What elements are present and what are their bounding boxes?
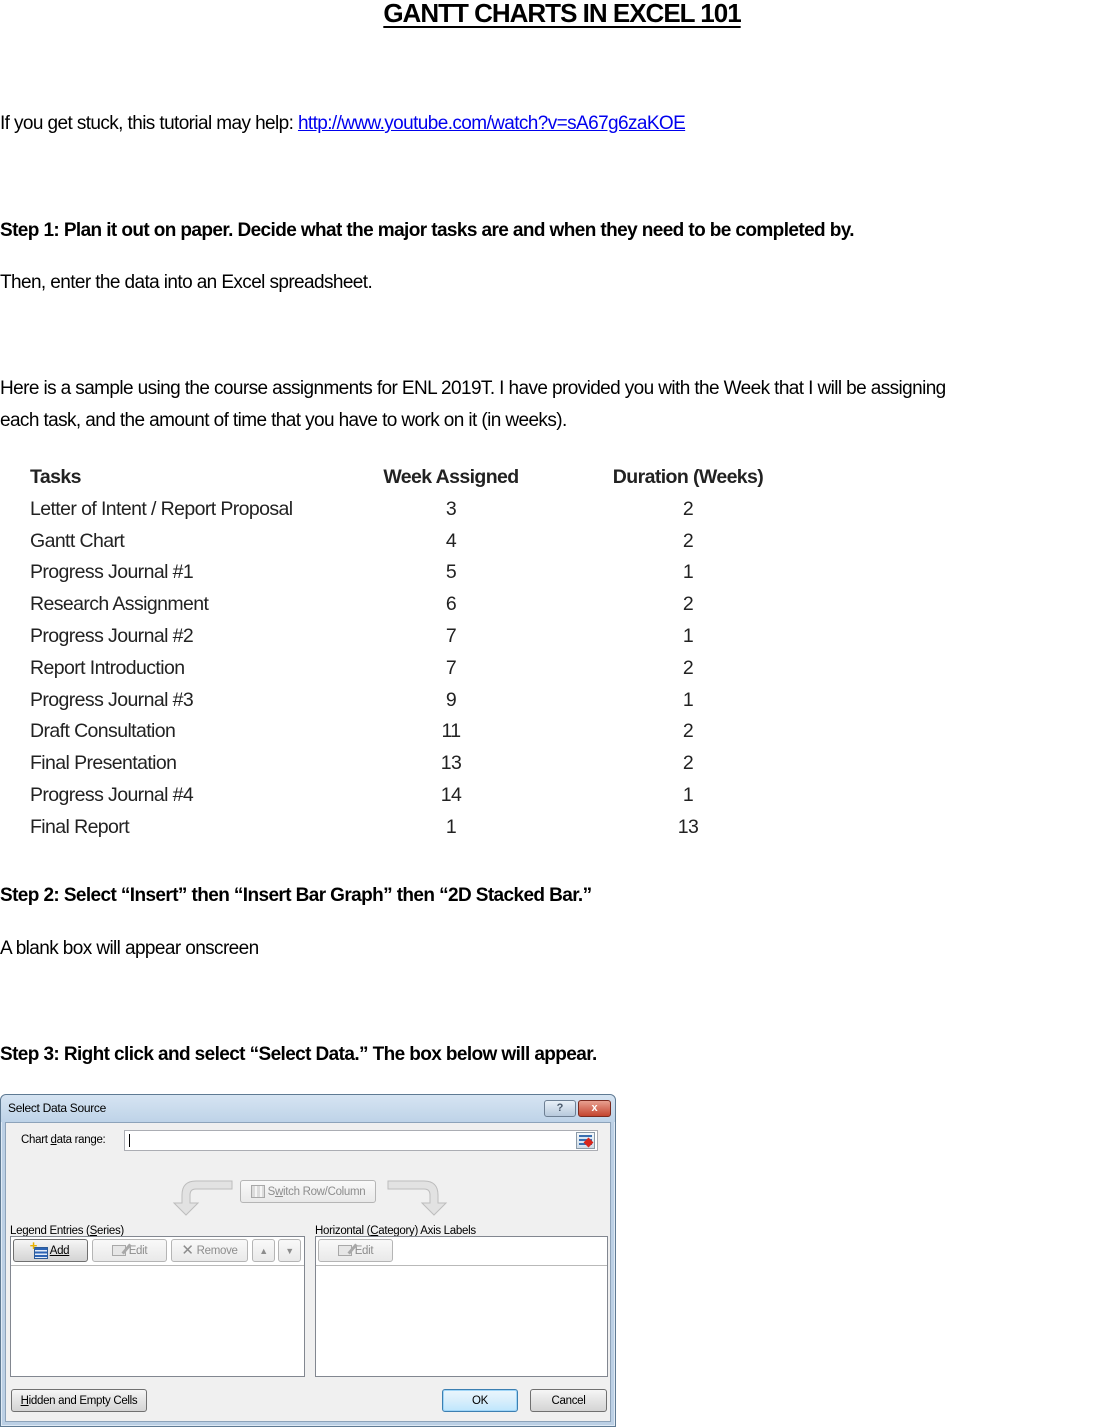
chart-data-range-label: Chart data range: <box>21 1134 106 1146</box>
table-row: Final Presentation 13 2 <box>30 748 790 780</box>
duration: 2 <box>682 752 694 775</box>
header-week-assigned: Week Assigned <box>383 466 519 488</box>
edit-icon <box>111 1245 126 1256</box>
step2-heading: Step 2: Select “Insert” then “Insert Bar… <box>0 885 592 906</box>
legend-toolbar: Add Edit ✕ Remove ▲ ▼ <box>11 1237 304 1266</box>
duration: 13 <box>677 815 699 838</box>
intro-text: If you get stuck, this tutorial may help… <box>0 113 298 134</box>
task-name: Draft Consultation <box>30 720 176 743</box>
table-row: Research Assignment 6 2 <box>30 589 790 621</box>
axis-toolbar: Edit <box>316 1237 607 1266</box>
task-name: Letter of Intent / Report Proposal <box>30 497 293 520</box>
task-name: Progress Journal #4 <box>30 783 194 806</box>
task-name: Progress Journal #2 <box>30 624 194 647</box>
task-name: Research Assignment <box>30 593 209 616</box>
table-row: Progress Journal #2 7 1 <box>30 621 790 653</box>
sample-paragraph-line2: each task, and the amount of time that y… <box>0 410 567 431</box>
remove-x-icon: ✕ <box>181 1242 194 1259</box>
add-series-icon <box>30 1238 48 1259</box>
task-name: Final Presentation <box>30 752 177 775</box>
chart-data-range-input[interactable] <box>124 1130 598 1151</box>
table-row: Gantt Chart 4 2 <box>30 526 790 558</box>
triangle-up-icon: ▲ <box>259 1245 268 1256</box>
triangle-down-icon: ▼ <box>285 1245 294 1256</box>
header-tasks: Tasks <box>30 466 81 488</box>
table-row: Final Report 1 13 <box>30 812 790 844</box>
week-assigned: 13 <box>440 752 462 775</box>
dialog-titlebar[interactable]: Select Data Source ? x <box>1 1095 615 1122</box>
collapse-dialog-button[interactable] <box>576 1132 595 1149</box>
table-row: Letter of Intent / Report Proposal 3 2 <box>30 494 790 526</box>
move-down-button[interactable]: ▼ <box>278 1239 301 1262</box>
duration: 1 <box>682 783 694 806</box>
switch-icon <box>250 1185 265 1198</box>
table-row: Report Introduction 7 2 <box>30 653 790 685</box>
week-assigned: 9 <box>445 688 457 711</box>
duration: 1 <box>682 624 694 647</box>
task-name: Progress Journal #3 <box>30 688 194 711</box>
week-assigned: 7 <box>445 656 457 679</box>
step1-heading: Step 1: Plan it out on paper. Decide wha… <box>0 220 855 241</box>
add-series-button[interactable]: Add <box>13 1238 88 1262</box>
task-name: Final Report <box>30 815 130 838</box>
edit-series-button[interactable]: Edit <box>92 1239 167 1262</box>
table-row: Progress Journal #1 5 1 <box>30 557 790 589</box>
step2-text: A blank box will appear onscreen <box>0 938 259 959</box>
week-assigned: 5 <box>445 561 457 584</box>
task-name: Progress Journal #1 <box>30 561 194 584</box>
task-name: Report Introduction <box>30 656 185 679</box>
duration: 2 <box>682 720 694 743</box>
legend-entries-list[interactable]: Add Edit ✕ Remove ▲ ▼ <box>10 1236 305 1377</box>
close-button[interactable]: x <box>578 1100 611 1117</box>
week-assigned: 4 <box>445 529 457 552</box>
text-caret <box>129 1134 130 1147</box>
week-assigned: 11 <box>441 720 461 743</box>
week-assigned: 6 <box>445 593 457 616</box>
tutorial-link[interactable]: http://www.youtube.com/watch?v=sA67g6zaK… <box>298 113 686 134</box>
intro-paragraph: If you get stuck, this tutorial may help… <box>0 113 686 135</box>
dialog-body: Chart data range: Switch Row/Column Lege… <box>5 1122 611 1422</box>
table-row: Draft Consultation 11 2 <box>30 716 790 748</box>
remove-series-button[interactable]: ✕ Remove <box>171 1239 248 1262</box>
page-title: GANTT CHARTS IN EXCEL 101 <box>383 0 741 28</box>
week-assigned: 1 <box>445 815 457 838</box>
sample-paragraph-line1: Here is a sample using the course assign… <box>0 378 946 399</box>
duration: 2 <box>682 497 694 520</box>
edit-axis-labels-button[interactable]: Edit <box>318 1239 393 1262</box>
switch-row-column-button[interactable]: Switch Row/Column <box>240 1180 376 1203</box>
step1-text: Then, enter the data into an Excel sprea… <box>0 272 373 293</box>
close-icon: x <box>591 1102 598 1114</box>
left-curved-arrow-icon <box>172 1180 233 1216</box>
table-row: Progress Journal #3 9 1 <box>30 685 790 717</box>
right-curved-arrow-icon <box>387 1180 448 1216</box>
week-assigned: 3 <box>445 497 457 520</box>
axis-labels-list[interactable]: Edit <box>315 1236 608 1377</box>
step3-heading: Step 3: Right click and select “Select D… <box>0 1044 597 1065</box>
duration: 1 <box>682 688 694 711</box>
duration: 2 <box>682 656 694 679</box>
dialog-title: Select Data Source <box>8 1101 106 1115</box>
move-up-button[interactable]: ▲ <box>252 1239 275 1262</box>
help-icon: ? <box>556 1102 564 1114</box>
ok-button[interactable]: OK <box>442 1389 518 1412</box>
cancel-button[interactable]: Cancel <box>530 1389 607 1412</box>
sample-task-table: Tasks Week Assigned Duration (Weeks) Let… <box>30 462 790 844</box>
week-assigned: 14 <box>440 783 462 806</box>
duration: 2 <box>682 593 694 616</box>
task-name: Gantt Chart <box>30 529 125 552</box>
duration: 2 <box>682 529 694 552</box>
hidden-empty-cells-button[interactable]: Hidden and Empty Cells <box>11 1389 147 1412</box>
select-data-source-dialog: Select Data Source ? x Chart data range:… <box>0 1094 616 1427</box>
edit-icon <box>337 1245 352 1256</box>
table-row: Progress Journal #4 14 1 <box>30 780 790 812</box>
header-duration: Duration (Weeks) <box>612 466 764 488</box>
help-button[interactable]: ? <box>544 1100 576 1117</box>
table-header-row: Tasks Week Assigned Duration (Weeks) <box>30 462 790 494</box>
duration: 1 <box>682 561 694 584</box>
week-assigned: 7 <box>445 624 457 647</box>
